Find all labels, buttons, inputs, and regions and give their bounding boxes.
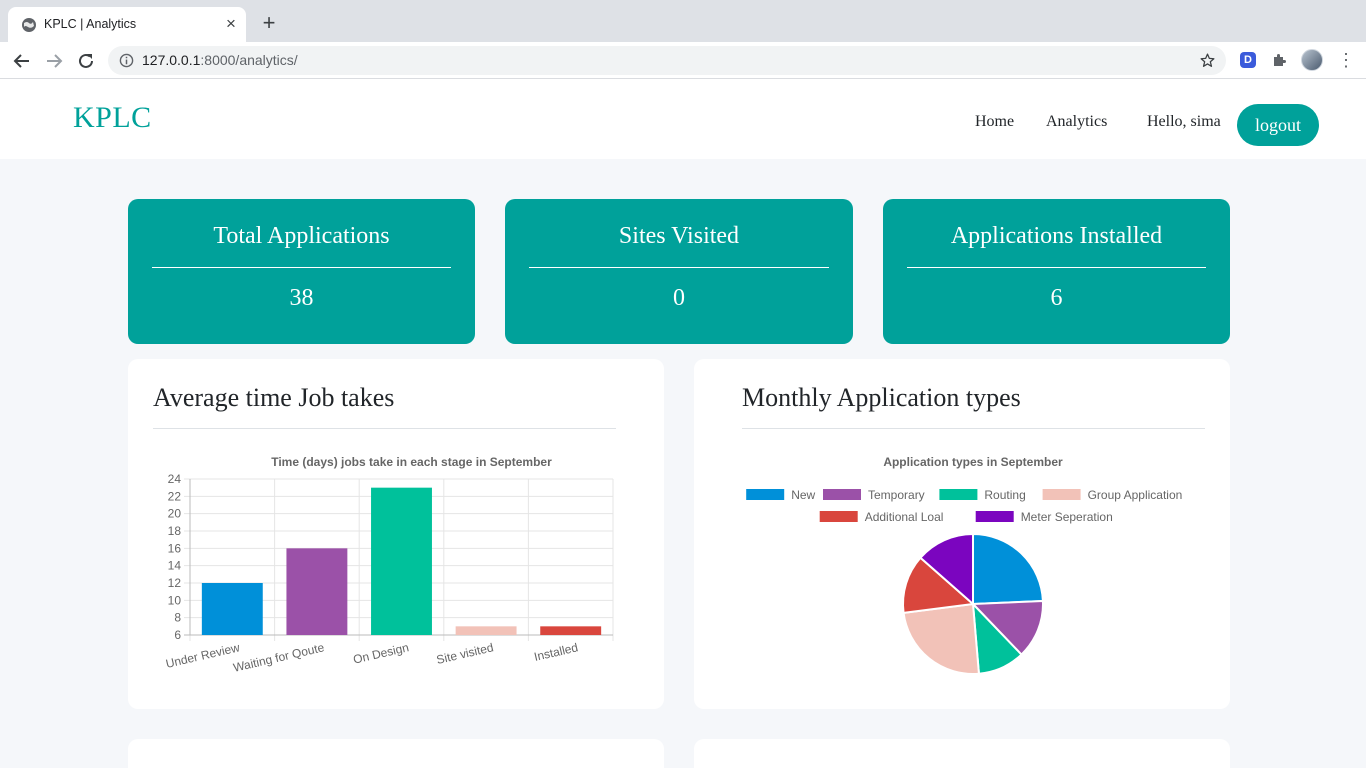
y-tick-label: 22	[168, 489, 182, 503]
browser-toolbar: 127.0.0.1:8000/analytics/ D ⋮	[0, 42, 1366, 79]
stat-title: Sites Visited	[618, 223, 740, 249]
legend-label: Additional Loal	[865, 510, 944, 524]
chart-title: Application types in September	[883, 455, 1063, 469]
stat-value: 38	[289, 285, 314, 311]
y-tick-label: 12	[168, 576, 182, 590]
legend-swatch	[819, 511, 858, 522]
x-tick-label: Site visited	[435, 640, 495, 667]
bar-5	[540, 626, 602, 635]
panel-lower-left	[128, 739, 664, 768]
browser-tab[interactable]: KPLC | Analytics ×	[8, 7, 246, 42]
tab-title: KPLC | Analytics	[44, 17, 137, 31]
legend-label: New	[791, 488, 815, 502]
stat-value: 6	[1050, 285, 1063, 311]
extension-d-icon[interactable]: D	[1240, 52, 1256, 68]
bar-1	[201, 583, 263, 635]
pie-slice-4	[902, 602, 981, 675]
panel-lower-right	[694, 739, 1230, 768]
stat-card-total-applications: Total Applications 38	[128, 199, 475, 344]
legend-label: Group Application	[1088, 488, 1183, 502]
url-path: :8000/analytics/	[200, 52, 298, 68]
nav-home-link[interactable]: Home	[975, 113, 1014, 131]
panel-monthly-types: Monthly Application types Application ty…	[694, 359, 1230, 709]
x-tick-label: Installed	[533, 640, 580, 664]
y-tick-label: 10	[168, 593, 182, 607]
site-navbar: KPLC Home Analytics Hello, sima logout	[0, 79, 1366, 159]
legend-swatch	[823, 489, 861, 500]
bookmark-star-icon[interactable]	[1199, 52, 1216, 69]
x-tick-label: Waiting for Qoute	[232, 640, 326, 675]
bar-3	[371, 487, 432, 635]
panel-average-time: Average time Job takes Time (days) jobs …	[128, 359, 664, 709]
browser-tab-bar: KPLC | Analytics × +	[0, 0, 1366, 42]
bar-4	[455, 626, 517, 635]
stat-card-applications-installed: Applications Installed 6	[883, 199, 1230, 344]
y-tick-label: 6	[174, 628, 181, 642]
back-arrow-icon[interactable]	[10, 49, 34, 73]
legend-swatch	[1042, 489, 1081, 500]
forward-arrow-icon[interactable]	[42, 49, 66, 73]
bar-2	[286, 548, 348, 635]
address-bar[interactable]: 127.0.0.1:8000/analytics/	[108, 46, 1226, 75]
y-tick-label: 16	[168, 541, 182, 555]
x-tick-label: On Design	[352, 640, 410, 666]
y-tick-label: 14	[168, 559, 182, 573]
legend-swatch	[975, 511, 1014, 522]
legend-label: Meter Seperation	[1021, 510, 1113, 524]
stat-card-sites-visited: Sites Visited 0	[505, 199, 853, 344]
stat-divider	[152, 267, 451, 268]
bar-chart: Time (days) jobs take in each stage in S…	[164, 455, 614, 675]
stat-title: Applications Installed	[950, 223, 1163, 249]
pie-chart: Application types in September New Tempora…	[746, 455, 1183, 675]
globe-icon	[22, 18, 36, 32]
pie-slice-1	[972, 532, 1044, 606]
close-icon[interactable]: ×	[222, 15, 240, 33]
brand-logo[interactable]: KPLC	[73, 101, 152, 135]
legend-swatch	[746, 489, 785, 500]
url-text[interactable]: 127.0.0.1:8000/analytics/	[142, 52, 298, 68]
legend-swatch	[939, 489, 978, 500]
legend-label: Temporary	[868, 488, 925, 502]
reload-icon[interactable]	[74, 49, 98, 73]
stat-divider	[529, 267, 829, 268]
browser-menu-icon[interactable]: ⋮	[1337, 50, 1355, 70]
nav-analytics-link[interactable]: Analytics	[1046, 113, 1107, 131]
logout-button[interactable]: logout	[1237, 104, 1319, 146]
new-tab-icon[interactable]: +	[259, 12, 279, 34]
chart-title: Time (days) jobs take in each stage in S…	[271, 455, 552, 469]
stat-value: 0	[673, 285, 685, 311]
y-tick-label: 18	[168, 524, 182, 538]
x-tick-label: Under Review	[164, 640, 241, 671]
url-host: 127.0.0.1	[142, 52, 201, 68]
profile-avatar[interactable]	[1301, 49, 1323, 71]
info-icon[interactable]	[119, 53, 134, 68]
legend-label: Routing	[984, 488, 1025, 502]
stat-divider	[907, 267, 1206, 268]
user-greeting: Hello, sima	[1147, 113, 1221, 130]
y-tick-label: 8	[174, 611, 181, 625]
extensions-puzzle-icon[interactable]	[1271, 51, 1289, 69]
y-tick-label: 20	[168, 507, 182, 521]
stat-title: Total Applications	[213, 223, 390, 249]
y-tick-label: 24	[168, 472, 182, 486]
